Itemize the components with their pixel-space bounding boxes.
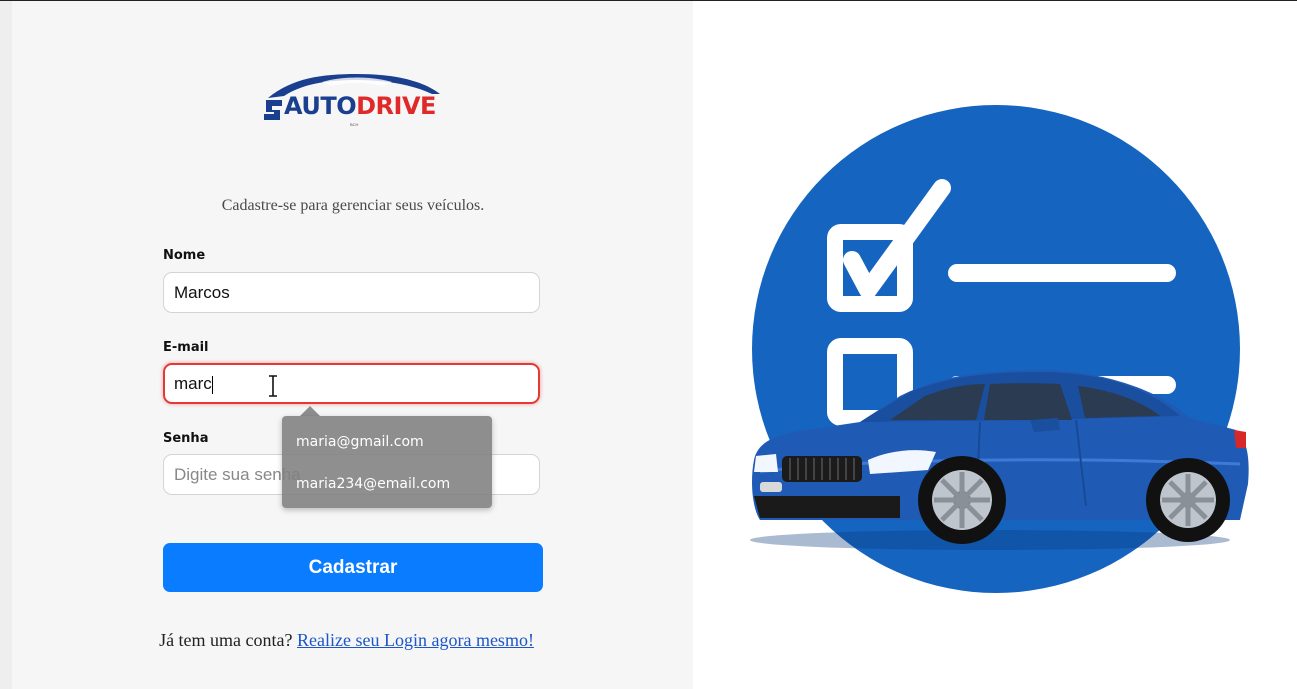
car-checklist-illustration	[740, 100, 1260, 600]
brand-tagline: BCH	[350, 122, 359, 127]
login-prompt: Já tem uma conta? Realize seu Login agor…	[0, 630, 693, 651]
text-caret	[211, 375, 213, 394]
brand-drive: DRIVE	[356, 92, 436, 120]
email-value: marc	[174, 374, 212, 393]
checklist-line	[948, 264, 1176, 282]
name-label: Nome	[163, 248, 206, 263]
autodrive-logo: AUTODRIVE BCH	[262, 70, 446, 130]
autocomplete-pointer	[300, 406, 320, 416]
name-value: Marcos	[174, 283, 230, 302]
autocomplete-option[interactable]: maria@gmail.com	[296, 434, 424, 450]
brand-auto: AUTO	[284, 92, 357, 120]
rear-wheel	[1146, 458, 1230, 542]
name-field[interactable]: Marcos	[163, 272, 540, 313]
text-cursor-icon	[267, 375, 279, 397]
login-link[interactable]: Realize seu Login agora mesmo!	[297, 630, 534, 650]
autocomplete-option[interactable]: maria234@email.com	[296, 476, 450, 492]
email-field[interactable]: marc	[163, 363, 540, 404]
panel-edge	[0, 1, 12, 689]
email-autocomplete-list: maria@gmail.com maria234@email.com	[282, 416, 492, 508]
email-label: E-mail	[163, 340, 209, 355]
login-prompt-text: Já tem uma conta?	[159, 630, 293, 650]
brand-wordmark: AUTODRIVE	[284, 92, 436, 120]
password-label: Senha	[163, 431, 209, 446]
front-wheel	[918, 456, 1006, 544]
page-subtitle: Cadastre-se para gerenciar seus veículos…	[221, 197, 485, 214]
register-button[interactable]: Cadastrar	[163, 543, 543, 592]
